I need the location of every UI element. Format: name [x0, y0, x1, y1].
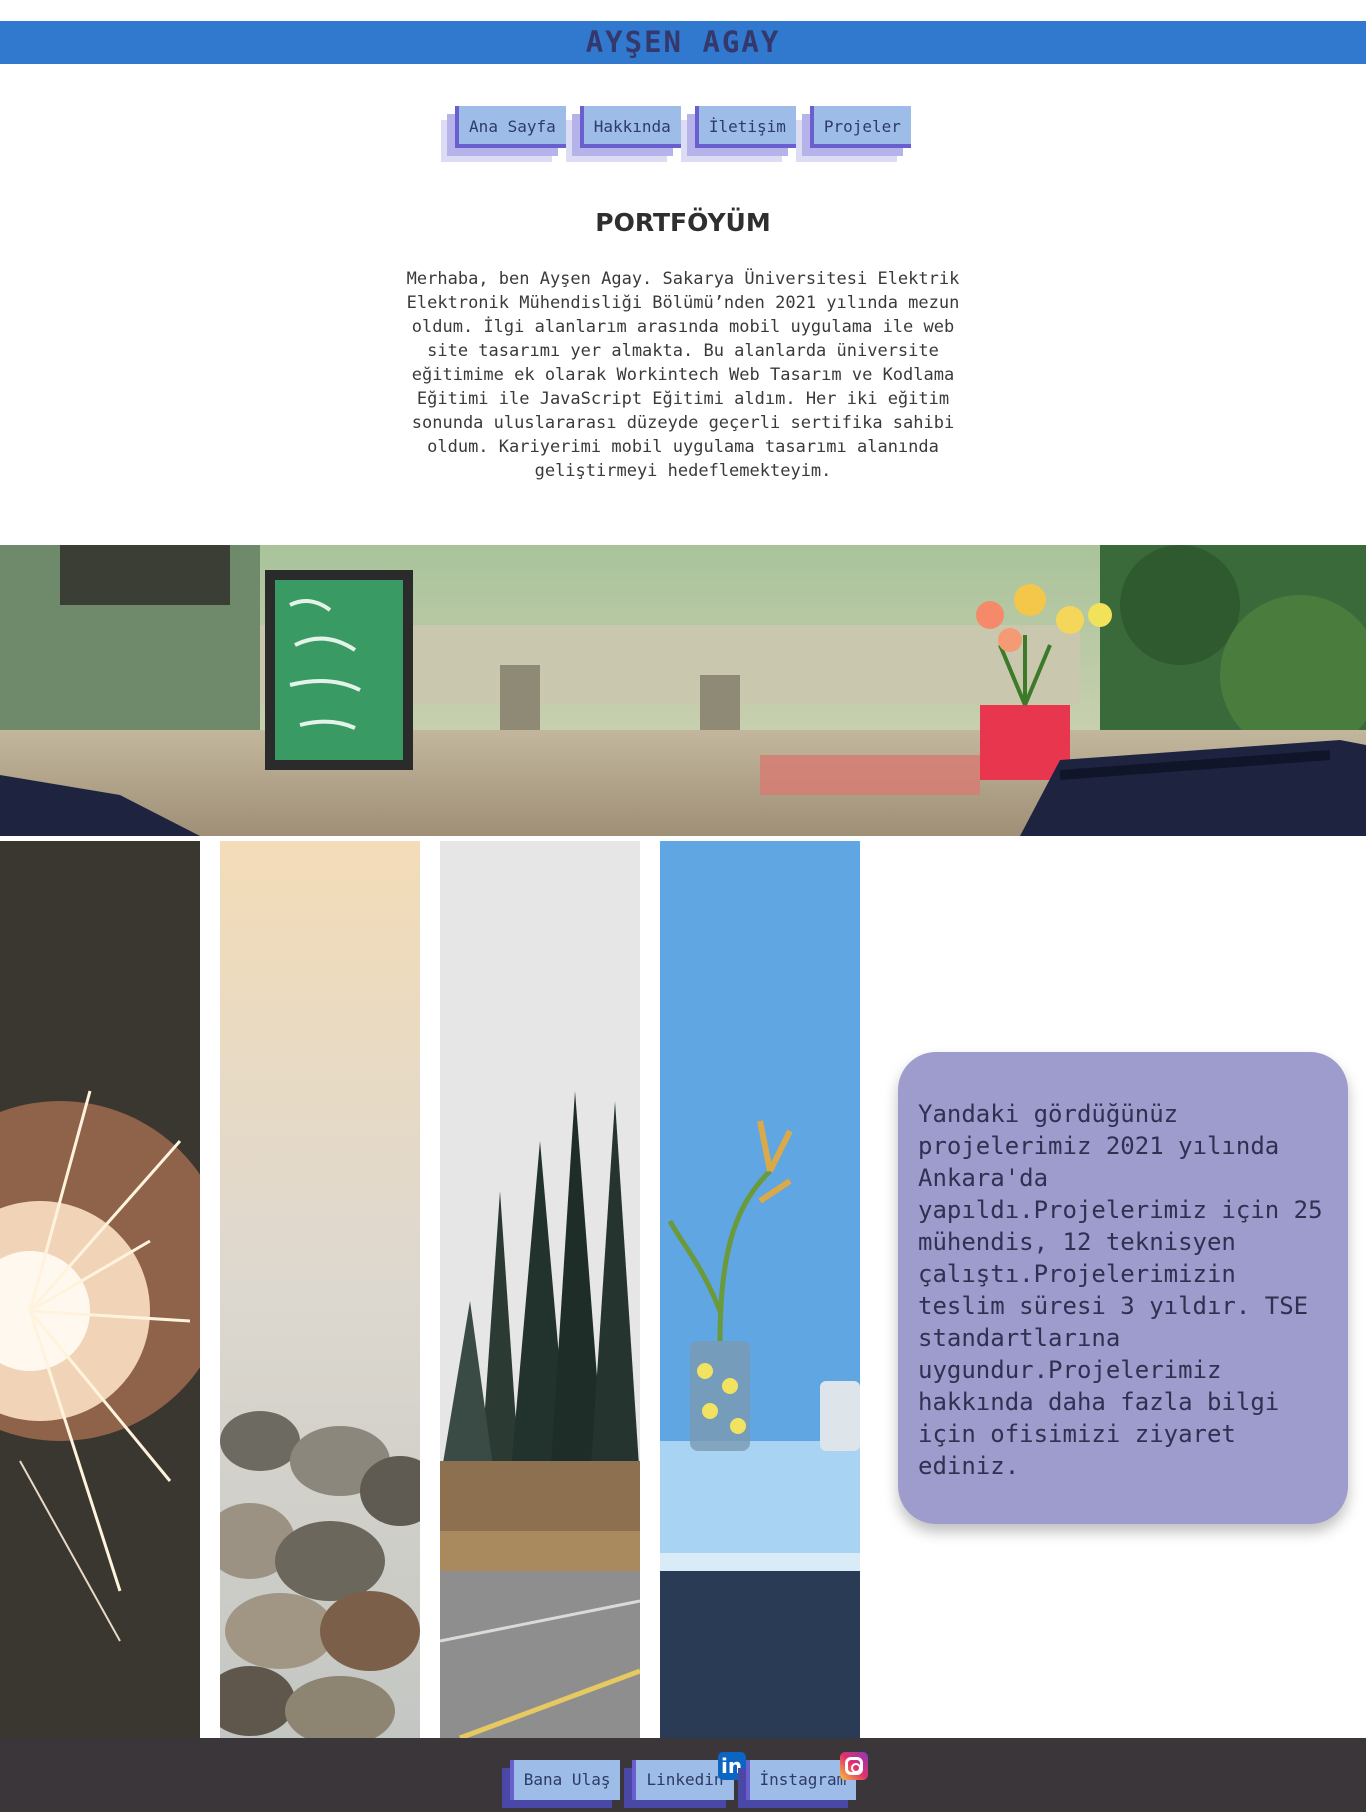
main-nav: Ana Sayfa Hakkında İletişim Projeler [0, 106, 1366, 148]
project-image-plant [660, 841, 860, 1738]
nav-contact[interactable]: İletişim [694, 106, 796, 148]
site-title: AYŞEN AGAY [585, 25, 781, 59]
instagram-label: İnstagram [759, 1770, 847, 1789]
project-image-rocks [220, 841, 420, 1738]
info-card: Yandaki gördüğünüz projelerimiz 2021 yıl… [898, 1052, 1348, 1524]
instagram-link[interactable]: İnstagram [745, 1752, 869, 1800]
linkedin-link[interactable]: Linkedin in [632, 1752, 746, 1800]
project-image-sparkler [0, 841, 200, 1738]
linkedin-label: Linkedin [646, 1770, 724, 1789]
header-bar: AYŞEN AGAY [0, 21, 1366, 64]
linkedin-icon[interactable]: in [717, 1752, 746, 1780]
nav-projects[interactable]: Projeler [809, 106, 911, 148]
page-title: PORTFÖYÜM [595, 208, 771, 237]
footer: Bana Ulaş Linkedin in İnstagram [0, 1738, 1366, 1812]
intro-text: Merhaba, ben Ayşen Agay. Sakarya Ünivers… [406, 269, 960, 481]
contact-link[interactable]: Bana Ulaş [509, 1760, 621, 1800]
nav-home[interactable]: Ana Sayfa [455, 106, 566, 148]
project-image-forest [440, 841, 640, 1738]
nav-about[interactable]: Hakkında [579, 106, 681, 148]
banner-image [0, 545, 1366, 836]
instagram-icon[interactable] [840, 1752, 869, 1780]
